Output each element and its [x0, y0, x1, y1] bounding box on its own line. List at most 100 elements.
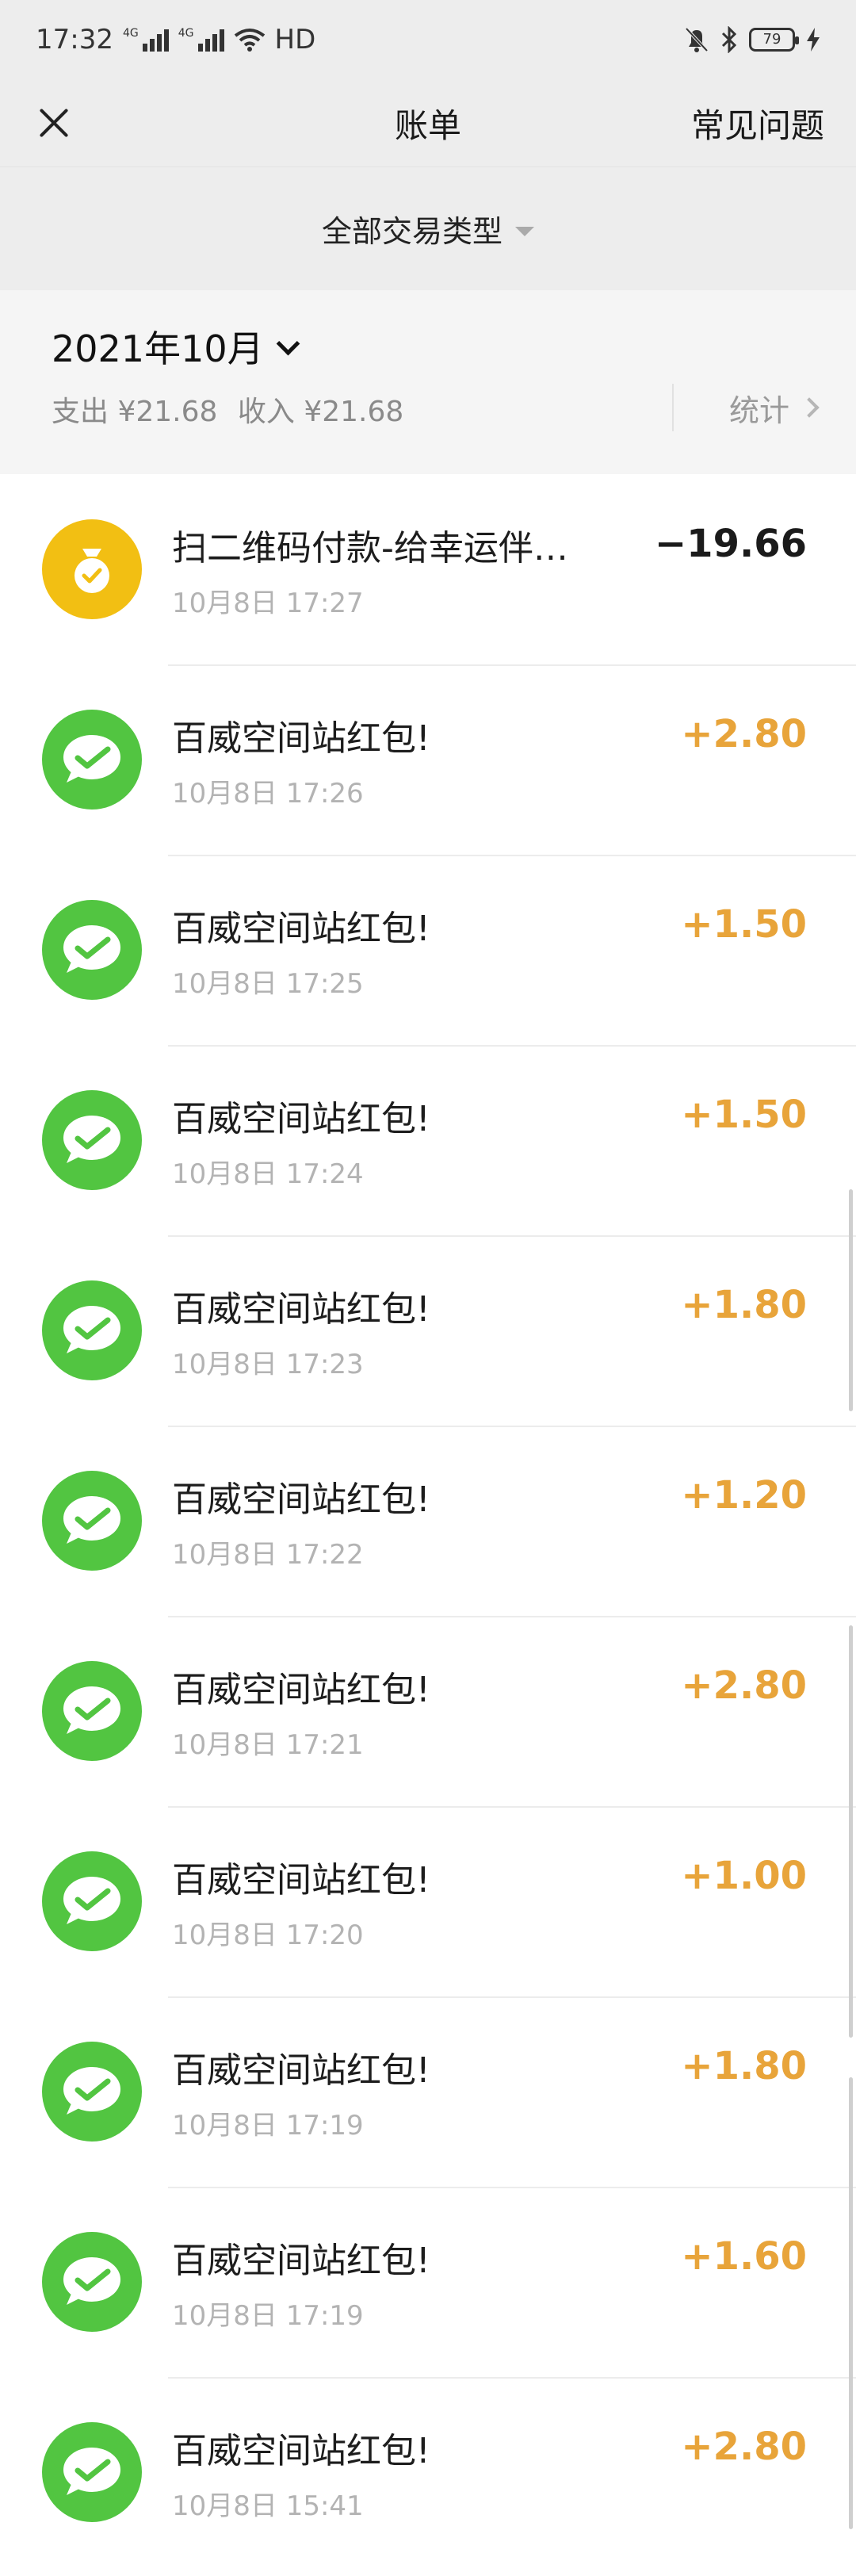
- status-left: 17:32 4G 4G HD: [36, 24, 315, 56]
- scrollbar-track-segment: [849, 1625, 853, 2038]
- transaction-amount: +1.50: [681, 902, 807, 947]
- row-divider: [168, 1616, 856, 1617]
- month-selector[interactable]: 2021年10月: [52, 320, 804, 373]
- transaction-row[interactable]: 百威空间站红包! 10月8日 17:25 +1.50: [0, 855, 856, 1045]
- transaction-amount: +1.20: [681, 1473, 807, 1518]
- row-divider: [168, 664, 856, 666]
- transaction-time: 10月8日 17:19: [172, 2109, 364, 2142]
- transaction-title: 百威空间站红包!: [172, 1669, 430, 1710]
- transaction-title: 百威空间站红包!: [172, 1479, 430, 1520]
- expense-total: 支出 ¥21.68: [52, 396, 218, 428]
- charging-bolt-icon: [807, 28, 820, 52]
- scrollbar-track-segment-2: [849, 2077, 853, 2529]
- transaction-list: 扫二维码付款-给幸运伴… 10月8日 17:27 −19.66 百威空间站红包! 10月…: [0, 474, 856, 2567]
- transaction-time: 10月8日 17:21: [172, 1728, 364, 1761]
- network-type-label: 4G: [122, 27, 139, 40]
- transaction-title: 百威空间站红包!: [172, 2050, 430, 2091]
- mute-bell-icon: [685, 27, 709, 52]
- transaction-row[interactable]: 扫二维码付款-给幸运伴… 10月8日 17:27 −19.66: [0, 474, 856, 664]
- bill-page: 17:32 4G 4G HD 79 账单 常见问题 全部交易类型 2021年10…: [0, 0, 856, 2576]
- navigation-bar: 账单 常见问题: [0, 79, 856, 167]
- transaction-amount: +2.80: [681, 1663, 807, 1708]
- transaction-amount: +1.80: [681, 1283, 807, 1327]
- transaction-text: 百威空间站红包! 10月8日 17:24: [172, 1090, 681, 1191]
- filter-label: 全部交易类型: [321, 214, 503, 249]
- statistics-link[interactable]: 统计: [671, 384, 820, 431]
- transaction-time: 10月8日 15:41: [172, 2490, 364, 2522]
- close-icon[interactable]: [32, 101, 76, 145]
- transaction-type-filter[interactable]: 全部交易类型: [322, 207, 534, 251]
- transaction-row[interactable]: 百威空间站红包! 10月8日 17:26 +2.80: [0, 664, 856, 855]
- bluetooth-icon: [721, 26, 737, 53]
- transaction-title: 百威空间站红包!: [172, 908, 430, 949]
- payment-pouch-icon: [42, 519, 142, 619]
- income-total: 收入 ¥21.68: [237, 396, 404, 428]
- transaction-amount: +1.50: [681, 1093, 807, 1137]
- wechat-chat-icon: [42, 1661, 142, 1761]
- row-divider: [168, 1045, 856, 1047]
- transaction-text: 百威空间站红包! 10月8日 17:19: [172, 2232, 681, 2333]
- cellular-signal-icon: 4G: [123, 28, 169, 52]
- wechat-chat-icon: [42, 2042, 142, 2142]
- transaction-time: 10月8日 17:19: [172, 2299, 364, 2332]
- row-divider: [168, 2377, 856, 2379]
- transaction-amount: −19.66: [654, 522, 807, 566]
- wechat-chat-icon: [42, 2422, 142, 2522]
- scrollbar-thumb[interactable]: [849, 1189, 853, 1411]
- transaction-row[interactable]: 百威空间站红包! 10月8日 17:22 +1.20: [0, 1426, 856, 1616]
- transaction-amount: +2.80: [681, 2425, 807, 2469]
- status-right: 79: [684, 26, 820, 53]
- faq-link[interactable]: 常见问题: [691, 99, 824, 147]
- transaction-row[interactable]: 百威空间站红包! 10月8日 17:19 +1.60: [0, 2187, 856, 2377]
- transaction-time: 10月8日 17:24: [172, 1158, 364, 1190]
- statistics-label: 统计: [728, 392, 789, 428]
- transaction-time: 10月8日 17:22: [172, 1538, 364, 1571]
- chevron-right-icon: [799, 397, 820, 418]
- transaction-amount: +1.80: [681, 2044, 807, 2088]
- transaction-text: 百威空间站红包! 10月8日 17:20: [172, 1851, 681, 1952]
- month-label: 2021年10月: [52, 327, 264, 370]
- transaction-time: 10月8日 17:23: [172, 1348, 364, 1380]
- transaction-time: 10月8日 17:20: [172, 1919, 364, 1951]
- dropdown-triangle-icon: [515, 226, 534, 236]
- status-bar: 17:32 4G 4G HD 79: [0, 0, 856, 79]
- wechat-chat-icon: [42, 1280, 142, 1380]
- battery-level: 79: [762, 31, 781, 48]
- transaction-amount: +2.80: [681, 712, 807, 756]
- wechat-chat-icon: [42, 900, 142, 1000]
- battery-icon: 79: [749, 28, 799, 52]
- transaction-text: 扫二维码付款-给幸运伴… 10月8日 17:27: [172, 519, 655, 620]
- transaction-title: 百威空间站红包!: [172, 1288, 430, 1330]
- row-divider: [168, 1806, 856, 1808]
- transaction-title: 百威空间站红包!: [172, 1098, 430, 1139]
- row-divider: [168, 1426, 856, 1427]
- transaction-title: 百威空间站红包!: [172, 718, 430, 759]
- transaction-time: 10月8日 17:27: [172, 587, 364, 619]
- row-divider: [168, 2187, 856, 2188]
- transaction-row[interactable]: 百威空间站红包! 10月8日 17:24 +1.50: [0, 1045, 856, 1235]
- network-type-label-2: 4G: [178, 27, 194, 40]
- transaction-row[interactable]: 百威空间站红包! 10月8日 17:19 +1.80: [0, 1996, 856, 2187]
- transaction-row[interactable]: 百威空间站红包! 10月8日 17:20 +1.00: [0, 1806, 856, 1996]
- transaction-amount: +1.60: [681, 2234, 807, 2279]
- transaction-title: 百威空间站红包!: [172, 2240, 430, 2281]
- chevron-down-icon: [276, 331, 300, 355]
- transaction-title: 百威空间站红包!: [172, 1859, 430, 1900]
- wechat-chat-icon: [42, 710, 142, 810]
- transaction-text: 百威空间站红包! 10月8日 17:23: [172, 1280, 681, 1381]
- transaction-time: 10月8日 17:26: [172, 777, 364, 810]
- filter-bar: 全部交易类型: [0, 167, 856, 290]
- status-time: 17:32: [36, 24, 113, 56]
- transaction-row[interactable]: 百威空间站红包! 10月8日 17:23 +1.80: [0, 1235, 856, 1426]
- wechat-chat-icon: [42, 1090, 142, 1190]
- month-header: 2021年10月 支出 ¥21.68 收入 ¥21.68 统计: [0, 290, 856, 474]
- hd-badge: HD: [274, 24, 316, 56]
- transaction-row[interactable]: 百威空间站红包! 10月8日 15:41 +2.80: [0, 2377, 856, 2567]
- transaction-row[interactable]: 百威空间站红包! 10月8日 17:21 +2.80: [0, 1616, 856, 1806]
- wechat-chat-icon: [42, 2232, 142, 2332]
- transaction-text: 百威空间站红包! 10月8日 17:19: [172, 2042, 681, 2142]
- transaction-title: 百威空间站红包!: [172, 2430, 430, 2471]
- transaction-text: 百威空间站红包! 10月8日 17:21: [172, 1661, 681, 1762]
- transaction-text: 百威空间站红包! 10月8日 17:22: [172, 1471, 681, 1571]
- transaction-text: 百威空间站红包! 10月8日 17:25: [172, 900, 681, 1001]
